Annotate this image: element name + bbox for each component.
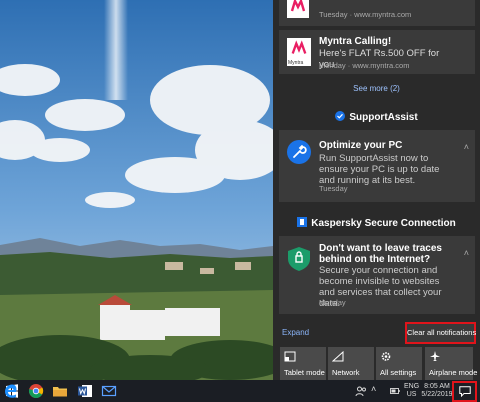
language-code: ENG [404, 383, 420, 390]
battery-icon[interactable] [390, 386, 400, 396]
gear-icon [381, 352, 391, 361]
file-explorer-icon[interactable] [52, 383, 68, 399]
show-hidden-icons-chevron-icon[interactable]: ˄ [371, 384, 376, 394]
notification-body: Run SupportAssist now to ensure your PC … [319, 153, 440, 186]
notification-title: Myntra Calling! [319, 36, 392, 47]
notification-title: Optimize your PC [319, 140, 403, 151]
desktop-wallpaper [0, 0, 273, 380]
tile-label: Tablet mode [284, 368, 325, 377]
mail-icon[interactable] [101, 383, 117, 399]
notification-speech-bubble-icon [459, 386, 471, 397]
notification-myntra[interactable]: Myntra Myntra Calling! Here's FLAT Rs.50… [279, 30, 475, 74]
group-header-kaspersky: Kaspersky Secure Connection [273, 217, 480, 229]
quick-action-tablet-mode[interactable]: Tablet mode [280, 347, 326, 380]
myntra-logo: Myntra [287, 38, 311, 66]
expand-link[interactable]: Expand [282, 328, 309, 337]
group-title: Kaspersky Secure Connection [311, 218, 456, 229]
group-title: SupportAssist [349, 112, 418, 123]
region-code: US [406, 391, 417, 398]
tablet-mode-icon [284, 351, 296, 362]
kaspersky-badge-icon [297, 217, 308, 227]
chrome-icon[interactable] [28, 383, 44, 399]
wrench-icon [287, 140, 311, 164]
tile-label: Airplane mode [429, 368, 478, 377]
quick-action-airplane-mode[interactable]: Airplane mode [425, 347, 477, 380]
clock-time: 8:05 AM [424, 383, 450, 390]
clock-date: 5/22/2019 [421, 391, 453, 398]
group-header-supportassist: SupportAssist [273, 111, 480, 123]
notification-kaspersky[interactable]: Don't want to leave traces behind on the… [279, 236, 475, 314]
notification-meta: Monday [319, 298, 346, 307]
network-icon [332, 351, 344, 362]
notification-meta: Tuesday · www.myntra.com [319, 10, 412, 19]
language-indicator[interactable]: ENG US [404, 383, 419, 399]
tile-label: Network [332, 368, 360, 377]
quick-action-network[interactable]: Network [328, 347, 374, 380]
kaspersky-shield-icon [288, 247, 310, 271]
notification-title: Don't want to leave traces behind on the… [319, 243, 442, 265]
quick-action-all-settings[interactable]: All settings [376, 347, 422, 380]
taskbar-clock[interactable]: 8:05 AM 5/22/2019 [421, 383, 453, 399]
action-center-button[interactable] [452, 381, 477, 402]
tile-label: All settings [380, 368, 417, 377]
airplane-icon [430, 351, 440, 361]
clear-all-notifications-button[interactable]: Clear all notifications [405, 322, 476, 344]
notification-meta: Tuesday [319, 184, 348, 193]
chevron-up-icon[interactable]: ˄ [464, 142, 469, 152]
see-more-link[interactable]: See more (2) [273, 84, 480, 93]
word-icon[interactable] [77, 383, 93, 399]
notification-supportassist[interactable]: Optimize your PC Run SupportAssist now t… [279, 130, 475, 202]
notification-meta: Monday · www.myntra.com [319, 61, 410, 70]
edge-e-icon[interactable] [3, 383, 19, 399]
chevron-up-icon[interactable]: ˄ [464, 248, 469, 258]
supportassist-badge-icon [335, 111, 346, 121]
people-icon[interactable] [355, 385, 367, 397]
notification-myntra-previous[interactable]: Tuesday · www.myntra.com [279, 0, 475, 26]
myntra-logo [287, 0, 309, 18]
